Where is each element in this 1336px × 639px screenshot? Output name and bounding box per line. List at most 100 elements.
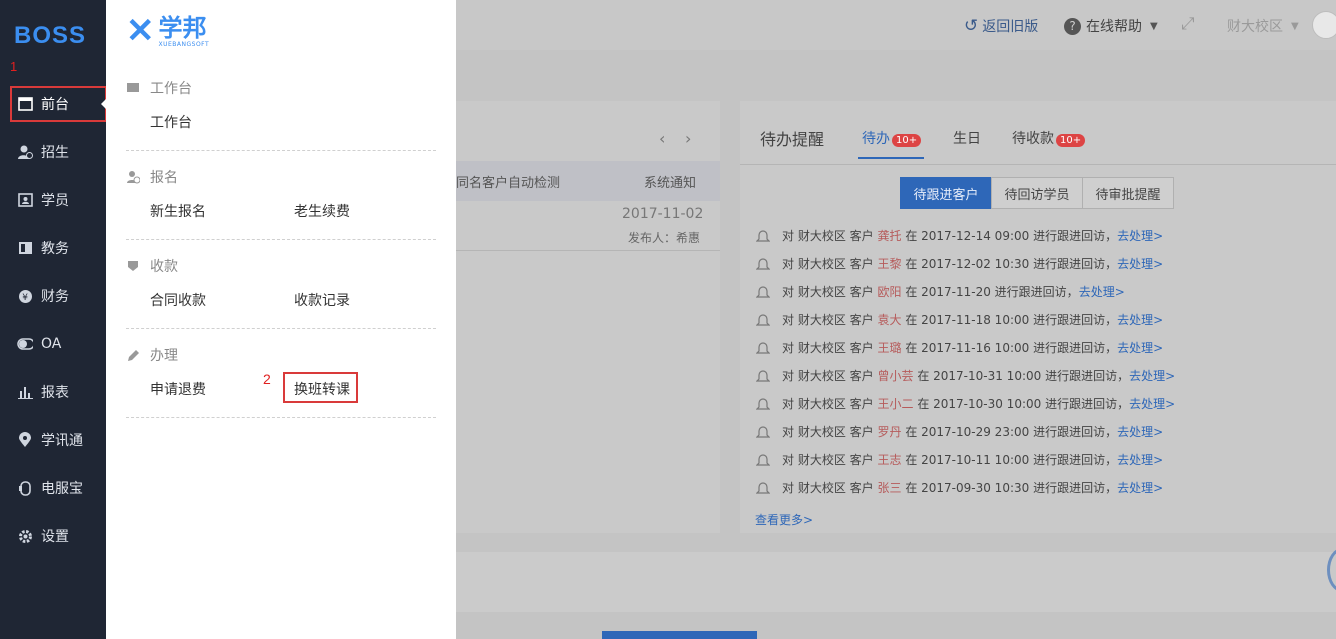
section-enroll: 报名 — [126, 167, 178, 187]
sidebar-item-2[interactable]: 招生 — [0, 128, 106, 176]
handle-link[interactable]: 去处理> — [1117, 255, 1163, 272]
customer-name[interactable]: 王志 — [877, 451, 901, 468]
todo-prefix: 对 财大校区 客户 — [782, 425, 874, 439]
user-add-icon — [17, 144, 33, 160]
customer-name[interactable]: 王小二 — [877, 395, 913, 412]
customer-name[interactable]: 欧阳 — [877, 283, 901, 300]
link-renewal[interactable]: 老生续费 — [294, 201, 350, 221]
handle-link[interactable]: 去处理> — [1117, 479, 1163, 496]
handle-link[interactable]: 去处理> — [1129, 395, 1175, 412]
view-more-link[interactable]: 查看更多> — [755, 511, 813, 528]
link-contract-payment[interactable]: 合同收款 — [150, 290, 206, 310]
chevron-right-icon[interactable]: › — [685, 129, 691, 148]
campus-selector[interactable]: 财大校区 ▼ — [1227, 16, 1299, 36]
sidebar-item-label: 财务 — [41, 289, 69, 305]
todo-text: 在 2017-10-30 10:00 进行跟进回访， — [917, 397, 1130, 411]
bell-icon — [755, 313, 771, 327]
avatar[interactable] — [1312, 11, 1336, 39]
customer-name[interactable]: 罗丹 — [877, 423, 901, 440]
count-badge: 10+ — [892, 134, 922, 147]
customer-name[interactable]: 王璐 — [877, 339, 901, 356]
divider — [456, 250, 720, 251]
todo-prefix: 对 财大校区 客户 — [782, 229, 874, 243]
active-tab-underline — [858, 157, 924, 159]
customer-name[interactable]: 袁大 — [877, 311, 901, 328]
notice-publisher: 发布人：希惠 — [628, 231, 701, 245]
brand-cn: 学邦 — [158, 13, 207, 42]
list-item: 对 财大校区 客户 王黎 在 2017-12-02 10:30 进行跟进回访，去… — [755, 255, 1163, 272]
sidebar-item-7[interactable]: 报表 — [0, 368, 106, 416]
sidebar-item-label: 报表 — [41, 385, 69, 401]
todo-prefix: 对 财大校区 客户 — [782, 313, 874, 327]
sidebar-item-5[interactable]: ¥ 财务 — [0, 272, 106, 320]
frontdesk-flyout-menu: ✕ 学邦 XUEBANGSOFT 工作台 工作台 报名 新生报名 老生续费 收款… — [106, 0, 456, 639]
sidebar-item-10[interactable]: 设置 — [0, 512, 106, 560]
money-icon — [126, 259, 140, 273]
bottom-panel — [456, 552, 1336, 612]
xuebang-logo: ✕ 学邦 XUEBANGSOFT — [126, 14, 209, 48]
annotation-marker-2: 2 — [263, 371, 271, 387]
sidebar-item-3[interactable]: 学员 — [0, 176, 106, 224]
annotation-marker-1: 1 — [10, 59, 18, 74]
list-item: 对 财大校区 客户 王志 在 2017-10-11 10:00 进行跟进回访，去… — [755, 451, 1163, 468]
bell-icon — [755, 397, 771, 411]
bell-icon — [755, 229, 771, 243]
handle-link[interactable]: 去处理> — [1117, 423, 1163, 440]
sidebar-item-8[interactable]: 学讯通 — [0, 416, 106, 464]
divider — [126, 417, 436, 418]
tab-birthday[interactable]: 生日 — [953, 128, 981, 148]
todo-text: 在 2017-10-29 23:00 进行跟进回访， — [905, 425, 1118, 439]
fullscreen-icon[interactable]: ⤢ — [1181, 14, 1195, 34]
handle-link[interactable]: 去处理> — [1117, 311, 1163, 328]
chevron-down-icon: ▼ — [1150, 20, 1158, 32]
customer-name[interactable]: 张三 — [877, 479, 901, 496]
customer-name[interactable]: 曾小芸 — [877, 367, 913, 384]
list-item: 对 财大校区 客户 欧阳 在 2017-11-20 进行跟进回访， 去处理> — [755, 283, 1125, 300]
section-title: 工作台 — [150, 81, 192, 97]
handle-link[interactable]: 去处理> — [1117, 451, 1163, 468]
chevron-left-icon[interactable]: ‹ — [659, 129, 665, 148]
id-card-icon — [17, 192, 33, 208]
boss-logo: BOSS — [14, 22, 87, 49]
handle-link[interactable]: 去处理> — [1117, 227, 1163, 244]
tab-label: 生日 — [953, 131, 981, 147]
link-refund-request[interactable]: 申请退费 — [150, 379, 206, 399]
svg-text:¥: ¥ — [22, 293, 28, 303]
customer-name[interactable]: 王黎 — [877, 255, 901, 272]
help-label: 在线帮助 — [1086, 19, 1142, 35]
sidebar-item-9[interactable]: 电服宝 — [0, 464, 106, 512]
todo-text: 在 2017-11-16 10:00 进行跟进回访， — [905, 341, 1118, 355]
link-payment-records[interactable]: 收款记录 — [294, 290, 350, 310]
link-new-enrollment[interactable]: 新生报名 — [150, 201, 206, 221]
todo-prefix: 对 财大校区 客户 — [782, 257, 874, 271]
todo-prefix: 对 财大校区 客户 — [782, 285, 874, 299]
tab-label: 待收款 — [1012, 131, 1054, 147]
back-to-old-version-link[interactable]: ↺ 返回旧版 — [964, 16, 1038, 36]
todo-prefix: 对 财大校区 客户 — [782, 369, 874, 383]
question-icon: ? — [1064, 17, 1081, 35]
sidebar-item-4[interactable]: 教务 — [0, 224, 106, 272]
pencil-icon — [126, 348, 140, 362]
handle-link[interactable]: 去处理> — [1117, 339, 1163, 356]
todo-text: 在 2017-11-18 10:00 进行跟进回访， — [905, 313, 1118, 327]
customer-name[interactable]: 龚托 — [877, 227, 901, 244]
todo-title: 待办提醒 — [760, 130, 825, 149]
monitor-icon — [126, 81, 140, 95]
list-item: 对 财大校区 客户 张三 在 2017-09-30 10:30 进行跟进回访，去… — [755, 479, 1163, 496]
segment-pending-approval[interactable]: 待审批提醒 — [1082, 177, 1174, 209]
list-item: 对 财大校区 客户 曾小芸 在 2017-10-31 10:00 进行跟进回访，… — [755, 367, 1175, 384]
tab-pending-payment[interactable]: 待收款 10+ — [1012, 128, 1086, 148]
segment-followup-customers[interactable]: 待跟进客户 — [900, 177, 992, 209]
link-workbench[interactable]: 工作台 — [150, 112, 192, 132]
online-help-dropdown[interactable]: ? 在线帮助 ▼ — [1064, 16, 1158, 36]
notice-title[interactable]: 同名客户自动检测 — [456, 172, 560, 191]
campus-label: 财大校区 — [1227, 19, 1283, 35]
notice-type: 系统通知 — [644, 176, 697, 191]
book-icon — [17, 240, 33, 256]
segment-revisit-students[interactable]: 待回访学员 — [991, 177, 1083, 209]
handle-link[interactable]: 去处理> — [1079, 283, 1125, 300]
sidebar-item-6[interactable]: OA — [0, 320, 106, 368]
handle-link[interactable]: 去处理> — [1129, 367, 1175, 384]
tab-todo[interactable]: 待办 10+ — [862, 128, 922, 148]
divider — [740, 164, 1336, 165]
